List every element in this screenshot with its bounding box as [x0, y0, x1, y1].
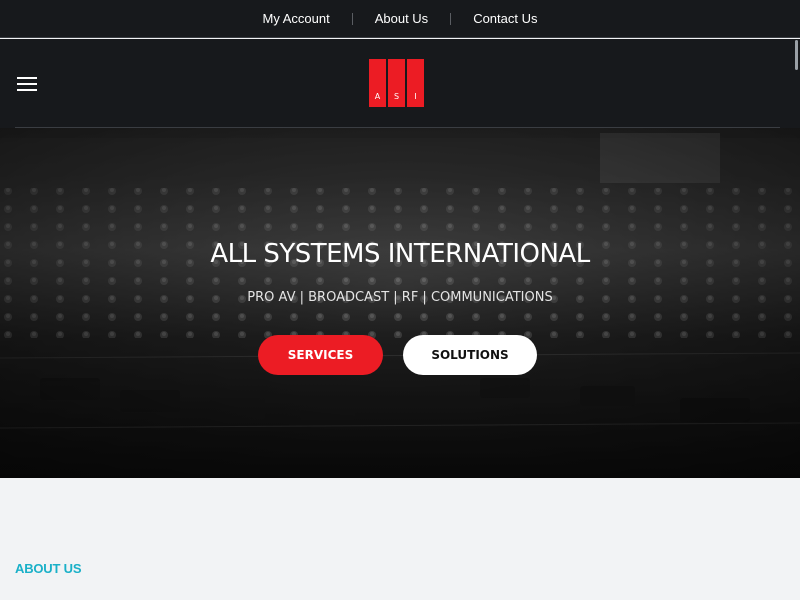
logo-letter: A: [374, 92, 381, 101]
services-button[interactable]: SERVICES: [258, 335, 383, 375]
logo-letter: I: [414, 92, 417, 101]
hero-banner: ALL SYSTEMS INTERNATIONAL PRO AV | BROAD…: [0, 128, 800, 478]
about-us-link[interactable]: About Us: [353, 11, 450, 26]
hamburger-menu-icon[interactable]: [17, 77, 37, 93]
hero-subtitle: PRO AV | BROADCAST | RF | COMMUNICATIONS: [247, 290, 553, 305]
my-account-link[interactable]: My Account: [241, 11, 352, 26]
hero-content: ALL SYSTEMS INTERNATIONAL PRO AV | BROAD…: [0, 128, 800, 478]
about-us-heading: ABOUT US: [15, 561, 82, 576]
site-header: A S I: [0, 39, 800, 128]
logo-bar: I: [407, 59, 424, 107]
solutions-button[interactable]: SOLUTIONS: [403, 335, 537, 375]
hero-title: ALL SYSTEMS INTERNATIONAL: [210, 239, 590, 269]
logo-bar: S: [388, 59, 405, 107]
asi-logo[interactable]: A S I: [369, 59, 424, 107]
logo-letter: S: [393, 92, 400, 101]
contact-us-link[interactable]: Contact Us: [451, 11, 559, 26]
logo-bar: A: [369, 59, 386, 107]
scrollbar-thumb[interactable]: [795, 40, 798, 70]
top-utility-nav: My Account About Us Contact Us: [0, 0, 800, 38]
